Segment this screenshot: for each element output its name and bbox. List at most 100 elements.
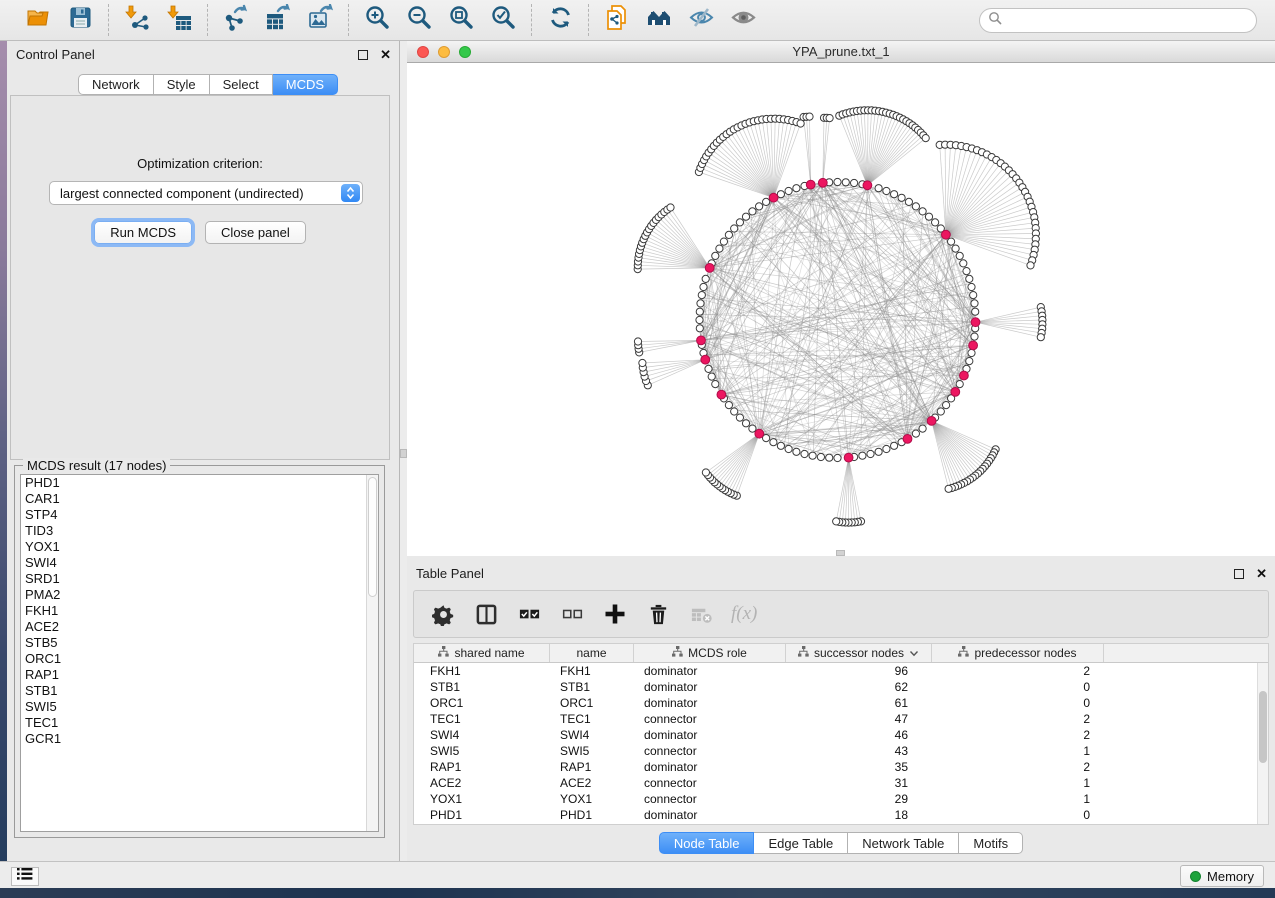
zoom-in-button[interactable] (359, 3, 395, 37)
graph-node[interactable] (842, 179, 849, 186)
mcds-hub-node[interactable] (942, 230, 951, 239)
mcds-result-item[interactable]: PMA2 (21, 587, 378, 603)
tab-network-table[interactable]: Network Table (848, 832, 959, 854)
graph-node[interactable] (700, 283, 707, 290)
deselect-all-icon[interactable] (559, 601, 585, 627)
graph-node[interactable] (912, 430, 919, 437)
splitter-handle[interactable] (400, 449, 407, 458)
graph-node[interactable] (932, 219, 939, 226)
mcds-hub-node[interactable] (903, 435, 912, 444)
export-image-button[interactable] (302, 3, 338, 37)
import-network-button[interactable] (119, 3, 155, 37)
mcds-hub-node[interactable] (818, 178, 827, 187)
graph-node[interactable] (898, 194, 905, 201)
scrollbar-thumb[interactable] (1259, 691, 1267, 763)
graph-node[interactable] (725, 231, 732, 238)
mcds-result-item[interactable]: STB1 (21, 683, 378, 699)
close-panel-button[interactable]: Close panel (205, 221, 306, 244)
graph-node[interactable] (867, 450, 874, 457)
run-mcds-button[interactable]: Run MCDS (94, 221, 192, 244)
mcds-result-item[interactable]: TEC1 (21, 715, 378, 731)
table-row[interactable]: STB1STB1dominator620 (414, 679, 1268, 695)
refresh-layout-button[interactable] (542, 3, 578, 37)
graph-node[interactable] (731, 225, 738, 232)
mcds-hub-node[interactable] (844, 453, 853, 462)
table-row[interactable]: FKH1FKH1dominator962 (414, 663, 1268, 679)
table-row[interactable]: SWI4SWI4dominator462 (414, 727, 1268, 743)
graph-node[interactable] (785, 187, 792, 194)
mcds-result-item[interactable]: GCR1 (21, 731, 378, 747)
float-panel-icon[interactable] (358, 50, 368, 60)
tab-network[interactable]: Network (78, 74, 154, 95)
show-graphics-button[interactable] (725, 3, 761, 37)
graph-node[interactable] (742, 420, 749, 427)
table-row[interactable]: PHD1PHD1dominator180 (414, 807, 1268, 823)
mcds-result-item[interactable]: SWI4 (21, 555, 378, 571)
zoom-fit-button[interactable] (443, 3, 479, 37)
mcds-hub-node[interactable] (969, 341, 978, 350)
export-table-button[interactable] (260, 3, 296, 37)
task-history-button[interactable] (11, 867, 39, 886)
mcds-result-item[interactable]: SRD1 (21, 571, 378, 587)
graph-node[interactable] (712, 252, 719, 259)
graph-node[interactable] (905, 198, 912, 205)
graph-node[interactable] (826, 115, 833, 122)
open-file-button[interactable] (20, 3, 56, 37)
network-canvas[interactable] (407, 63, 1275, 556)
mcds-result-item[interactable]: ORC1 (21, 651, 378, 667)
graph-node[interactable] (971, 333, 978, 340)
mcds-hub-node[interactable] (705, 264, 714, 273)
graph-node[interactable] (756, 203, 763, 210)
delete-table-icon[interactable] (688, 601, 714, 627)
graph-node[interactable] (968, 283, 975, 290)
column-header-name[interactable]: name (550, 644, 634, 662)
graph-node[interactable] (891, 442, 898, 449)
graph-node[interactable] (960, 260, 967, 267)
graph-node[interactable] (667, 204, 674, 211)
graph-node[interactable] (712, 381, 719, 388)
mcds-hub-node[interactable] (951, 388, 960, 397)
graph-node[interactable] (736, 219, 743, 226)
mcds-result-item[interactable]: SWI5 (21, 699, 378, 715)
table-row[interactable]: ACE2ACE2connector311 (414, 775, 1268, 791)
mcds-hub-node[interactable] (717, 390, 726, 399)
graph-node[interactable] (742, 213, 749, 220)
search-input[interactable] (1007, 13, 1248, 28)
mcds-result-item[interactable]: YOX1 (21, 539, 378, 555)
graph-node[interactable] (708, 373, 715, 380)
window-zoom-icon[interactable] (459, 46, 471, 58)
graph-node[interactable] (793, 185, 800, 192)
graph-node[interactable] (801, 450, 808, 457)
hide-graphics-button[interactable] (683, 3, 719, 37)
mcds-result-item[interactable]: RAP1 (21, 667, 378, 683)
export-network-button[interactable] (218, 3, 254, 37)
graph-node[interactable] (943, 402, 950, 409)
search-field[interactable] (979, 8, 1257, 33)
mcds-hub-node[interactable] (927, 417, 936, 426)
graph-node[interactable] (971, 300, 978, 307)
table-row[interactable]: TEC1TEC1connector472 (414, 711, 1268, 727)
network-graph[interactable] (407, 63, 1275, 556)
graph-node[interactable] (634, 338, 641, 345)
function-builder-icon[interactable]: f(x) (731, 603, 757, 625)
tab-edge-table[interactable]: Edge Table (754, 832, 848, 854)
copy-network-button[interactable] (599, 3, 635, 37)
graph-node[interactable] (725, 402, 732, 409)
graph-node[interactable] (883, 187, 890, 194)
graph-node[interactable] (968, 349, 975, 356)
tab-mcds[interactable]: MCDS (273, 74, 338, 95)
close-panel-icon[interactable]: ✕ (380, 50, 391, 60)
graph-node[interactable] (793, 448, 800, 455)
vertical-splitter[interactable] (400, 41, 407, 861)
graph-node[interactable] (956, 252, 963, 259)
select-all-icon[interactable] (516, 601, 542, 627)
graph-node[interactable] (698, 292, 705, 299)
table-scrollbar[interactable] (1257, 663, 1268, 824)
graph-node[interactable] (809, 452, 816, 459)
graph-node[interactable] (851, 179, 858, 186)
mcds-result-item[interactable]: STB5 (21, 635, 378, 651)
graph-node[interactable] (716, 245, 723, 252)
graph-node[interactable] (919, 208, 926, 215)
graph-node[interactable] (639, 359, 646, 366)
graph-node[interactable] (966, 275, 973, 282)
